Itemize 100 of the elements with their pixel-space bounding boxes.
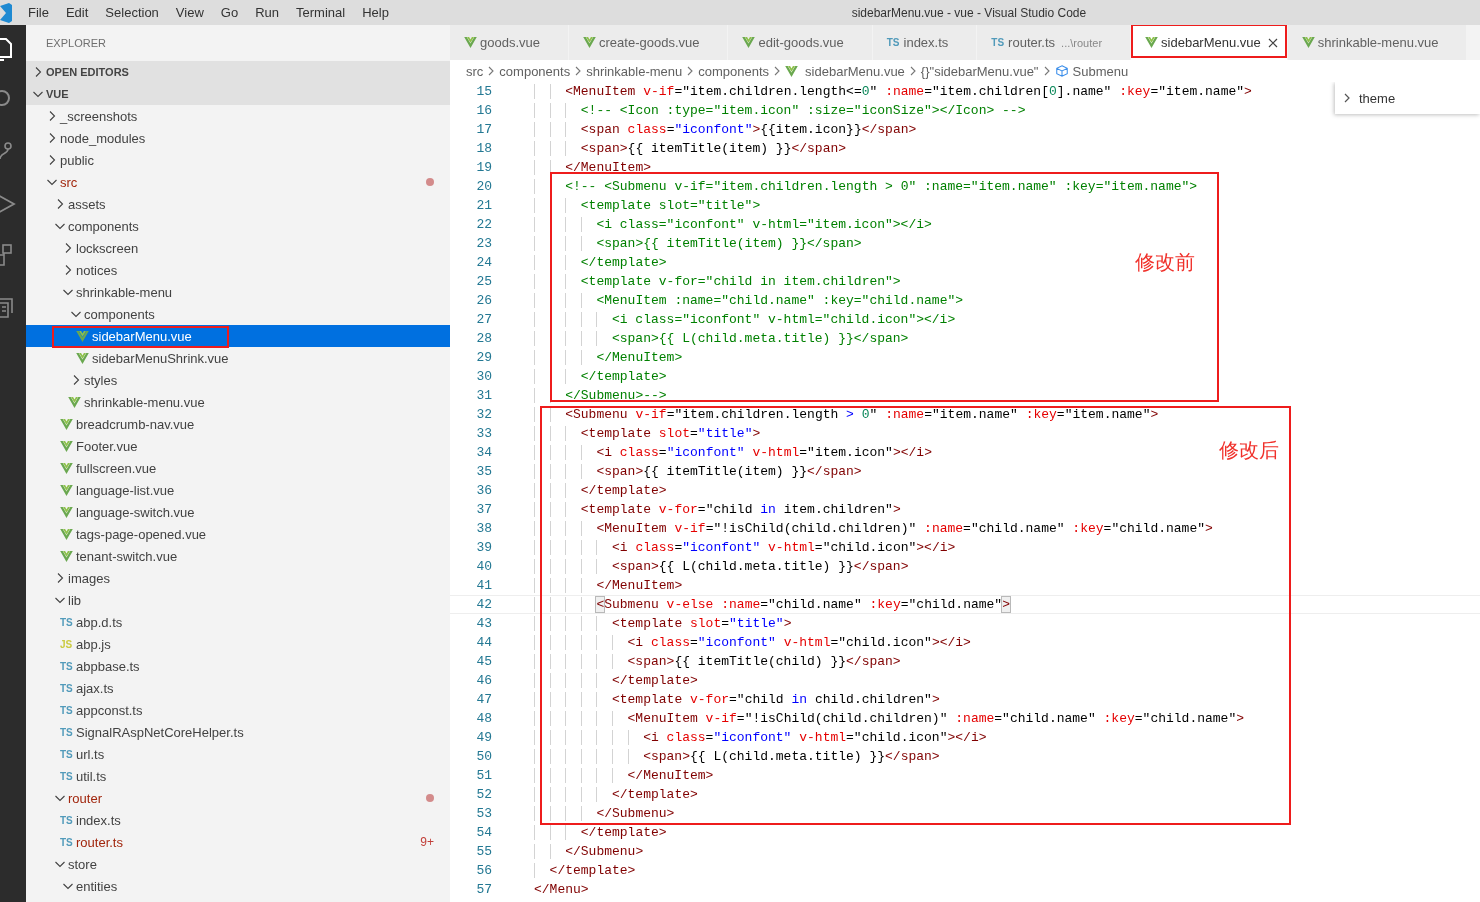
tree-item[interactable]: TS appconst.ts — [26, 699, 450, 721]
menu-item[interactable]: Terminal — [288, 5, 355, 20]
tree-item[interactable]: TS ajax.ts — [26, 677, 450, 699]
code-line: <MenuItem :name="child.name" :key="child.name"> — [534, 293, 964, 308]
v-shape-icon — [76, 352, 89, 364]
tree-item[interactable]: shrinkable-menu — [26, 281, 450, 303]
tree-item[interactable]: entities — [26, 875, 450, 897]
tree-item[interactable]: tenant-switch.vue — [26, 545, 450, 567]
file-type-icon: TS — [60, 704, 73, 716]
menu-item[interactable]: View — [167, 5, 213, 20]
tree-item[interactable]: node_modules — [26, 127, 450, 149]
breadcrumb-item[interactable]: components — [698, 63, 770, 79]
code-line: </MenuItem> — [534, 768, 714, 783]
tree-item[interactable]: router — [26, 787, 450, 809]
menu-item[interactable]: Help — [354, 5, 398, 20]
line-number: 22 — [475, 217, 492, 232]
line-number: 32 — [475, 407, 492, 422]
tree-item[interactable]: fullscreen.vue — [26, 457, 450, 479]
tree-item[interactable]: shrinkable-menu.vue — [26, 391, 450, 413]
tree-item[interactable]: TS SignalRAspNetCoreHelper.ts — [26, 721, 450, 743]
code-line: <template slot="title"> — [534, 426, 761, 441]
breadcrumb-item[interactable]: {}"sidebarMenu.vue" — [920, 63, 1039, 79]
tree-item[interactable]: components — [26, 303, 450, 325]
tree-item[interactable]: sidebarMenuShrink.vue — [26, 347, 450, 369]
code-line: <i class="iconfont" v-html="child.icon"></i> — [534, 540, 956, 555]
line-number: 43 — [475, 616, 492, 631]
code-line: <span>{{ itemTitle(item) }}</span> — [534, 236, 862, 251]
tree-item[interactable]: Footer.vue — [26, 435, 450, 457]
line-number: 46 — [475, 673, 492, 688]
editor-tab[interactable]: goods.vue — [450, 25, 569, 60]
tree-item[interactable]: lib — [26, 589, 450, 611]
v-shape-icon — [742, 37, 756, 48]
line-number: 23 — [475, 236, 492, 251]
breadcrumb-item[interactable]: src — [466, 63, 484, 79]
tree-item[interactable]: TS util.ts — [26, 765, 450, 787]
tree-item[interactable]: TS url.ts — [26, 743, 450, 765]
peek-label: theme — [1359, 90, 1396, 106]
breadcrumb-item[interactable]: sidebarMenu.vue — [805, 63, 905, 79]
v-shape-icon — [60, 528, 73, 540]
panel-title: EXPLORER — [45, 36, 107, 51]
editor-tab[interactable]: TS router.ts ...\router — [977, 25, 1132, 60]
editor-tab[interactable]: edit-goods.vue — [728, 25, 873, 60]
editor-tab[interactable]: create-goods.vue — [569, 25, 729, 60]
code-line: <!-- <Submenu v-if="item.children.length > 0" :name="item.name" :key="item.name"> — [534, 179, 1198, 194]
tree-item[interactable]: JS abp.js — [26, 633, 450, 655]
code-line: </template> — [534, 673, 698, 688]
line-number: 31 — [475, 388, 492, 403]
cube-icon — [1054, 64, 1069, 78]
code-line: <span>{{ itemTitle(item) }}</span> — [534, 141, 847, 156]
code-line: </template> — [534, 787, 698, 802]
tree-item[interactable]: language-list.vue — [26, 479, 450, 501]
line-number: 33 — [475, 426, 492, 441]
editor-tab[interactable]: sidebarMenu.vue — [1131, 25, 1288, 60]
line-number: 40 — [475, 559, 492, 574]
tree-item[interactable]: TS abpbase.ts — [26, 655, 450, 677]
code-line: </Submenu> — [534, 844, 644, 859]
tree-item[interactable]: _screenshots — [26, 105, 450, 127]
breadcrumb-item[interactable]: shrinkable-menu — [586, 63, 683, 79]
tree-item[interactable]: styles — [26, 369, 450, 391]
menu-item[interactable]: Selection — [97, 5, 168, 20]
chevron-right-icon[interactable] — [1343, 92, 1351, 104]
menu-item[interactable]: Run — [247, 5, 288, 20]
file-type-icon: TS — [991, 37, 1005, 48]
code-line: <span>{{ itemTitle(child) }}</span> — [534, 654, 901, 669]
editor-tab[interactable]: shrinkable-menu.vue — [1287, 25, 1468, 60]
line-number: 27 — [475, 312, 492, 327]
editor-tab[interactable]: TS index.ts — [872, 25, 978, 60]
tree-item[interactable]: notices — [26, 259, 450, 281]
tree-item[interactable]: lockscreen — [26, 237, 450, 259]
close-icon[interactable] — [1266, 36, 1279, 49]
code-line: <MenuItem v-if="item.children.length<=0" :name="item.children[0].name" :key="item.name"> — [534, 84, 1252, 99]
tree-item[interactable]: src — [26, 171, 450, 193]
file-type-icon: JS — [60, 638, 73, 650]
tree-item[interactable]: breadcrumb-nav.vue — [26, 413, 450, 435]
tree-item[interactable]: TS abp.d.ts — [26, 611, 450, 633]
tree-item[interactable]: language-switch.vue — [26, 501, 450, 523]
line-number: 48 — [475, 711, 492, 726]
menu-item[interactable]: File — [20, 5, 58, 20]
tree-item[interactable]: public — [26, 149, 450, 171]
tree-item[interactable]: TS index.ts — [26, 809, 450, 831]
tree-item[interactable]: components — [26, 215, 450, 237]
line-number: 34 — [475, 445, 492, 460]
breadcrumb-item[interactable]: components — [499, 63, 571, 79]
menu-item[interactable]: Edit — [57, 5, 98, 20]
breadcrumb-item[interactable]: Submenu — [1072, 63, 1129, 79]
tree-item[interactable]: sidebarMenu.vue — [26, 325, 450, 347]
section-header[interactable]: VUE — [26, 83, 450, 105]
tree-item[interactable]: store — [26, 853, 450, 875]
tree-item[interactable]: tags-page-opened.vue — [26, 523, 450, 545]
tree-item[interactable]: TS router.ts 9+ — [26, 831, 450, 853]
tree-item[interactable]: images — [26, 567, 450, 589]
line-number: 35 — [475, 464, 492, 479]
problem-count: 9+ — [420, 835, 434, 849]
tree-item[interactable]: assets — [26, 193, 450, 215]
code-line: <span>{{ itemTitle(item) }}</span> — [534, 464, 862, 479]
section-header[interactable]: OPEN EDITORS — [26, 61, 450, 83]
chevron-right-icon — [574, 65, 583, 77]
v-shape-icon — [1301, 37, 1315, 48]
menu-item[interactable]: Go — [212, 5, 248, 20]
v-shape-icon — [60, 506, 73, 518]
